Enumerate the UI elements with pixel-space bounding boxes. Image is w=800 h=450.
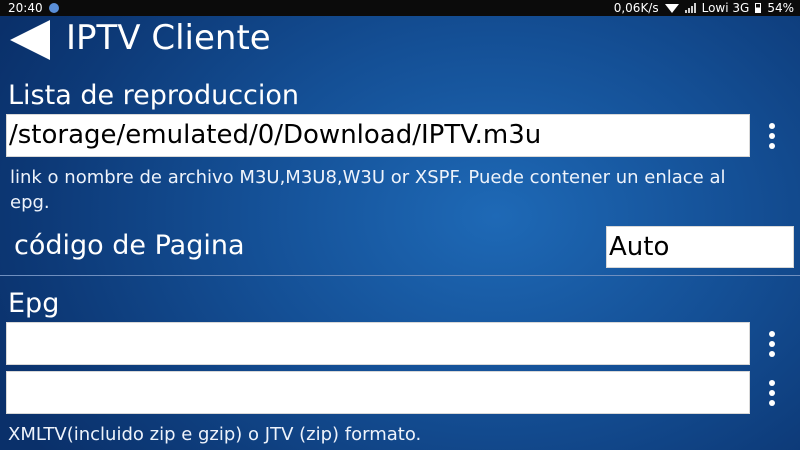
playlist-url-input[interactable]: /storage/emulated/0/Download/IPTV.m3u <box>6 114 750 157</box>
section-divider <box>0 275 800 276</box>
status-bar: 20:40 0,06K/s Lowi 3G 54% <box>0 0 800 16</box>
page-title: IPTV Cliente <box>66 18 271 58</box>
signal-icon <box>684 3 696 13</box>
status-bar-left: 20:40 <box>8 0 59 16</box>
playlist-hint: link o nombre de archivo M3U,M3U8,W3U or… <box>10 167 726 213</box>
back-button[interactable] <box>10 18 54 62</box>
wifi-icon <box>664 3 679 13</box>
playlist-more-options-icon[interactable] <box>765 121 779 151</box>
epg-label: Epg <box>8 288 60 319</box>
notification-icon <box>48 3 59 13</box>
status-time: 20:40 <box>8 1 43 15</box>
battery-level: 54% <box>767 1 794 15</box>
page-code-label: código de Pagina <box>14 230 245 261</box>
battery-icon <box>755 3 762 13</box>
page-code-select[interactable]: Auto <box>606 226 794 268</box>
epg-input-1[interactable] <box>6 322 750 365</box>
carrier-name: Lowi 3G <box>701 1 750 15</box>
epg-hint: XMLTV(incluido zip e gzip) o JTV (zip) f… <box>8 424 422 445</box>
status-bar-right: 0,06K/s Lowi 3G 54% <box>614 0 794 16</box>
epg-1-more-options-icon[interactable] <box>765 329 779 359</box>
epg-input-2[interactable] <box>6 371 750 414</box>
playlist-label: Lista de reproduccion <box>8 80 300 111</box>
epg-2-more-options-icon[interactable] <box>765 378 779 408</box>
network-speed: 0,06K/s <box>613 1 659 15</box>
back-arrow-icon <box>10 20 50 60</box>
